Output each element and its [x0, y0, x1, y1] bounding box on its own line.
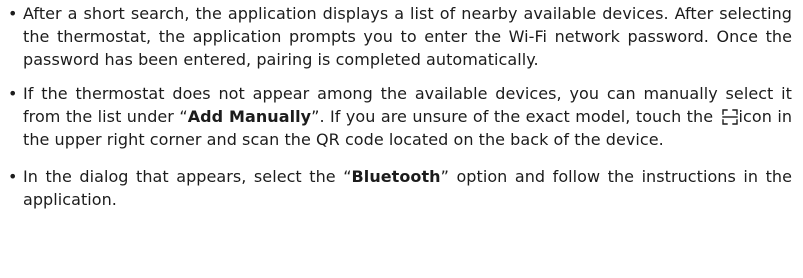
instruction-list: • After a short search, the application …: [8, 2, 792, 211]
bullet-text-part: ”. If you are unsure of the exact model,…: [311, 107, 714, 126]
bullet-marker: •: [8, 84, 18, 103]
qr-scan-icon: [721, 109, 738, 125]
bullet-marker: •: [8, 4, 18, 23]
list-item: • If the thermostat does not appear amon…: [8, 82, 792, 151]
bluetooth-label: Bluetooth: [351, 167, 441, 186]
list-item: • In the dialog that appears, select the…: [8, 165, 792, 211]
add-manually-label: Add Manually: [187, 107, 312, 126]
bullet-text-part: In the dialog that appears, select the “: [23, 167, 352, 186]
list-item: • After a short search, the application …: [8, 2, 792, 71]
bullet-text: After a short search, the application di…: [23, 4, 792, 69]
bullet-marker: •: [8, 167, 18, 186]
